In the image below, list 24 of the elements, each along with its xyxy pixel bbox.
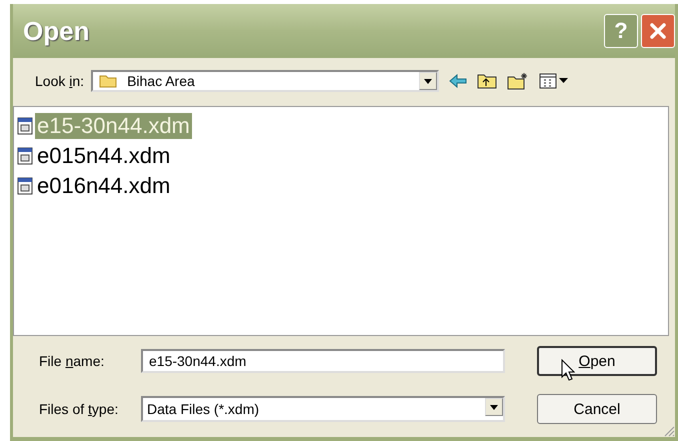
look-in-dropdown[interactable]: Bihac Area xyxy=(91,70,440,92)
look-in-label: Look in: xyxy=(35,73,84,89)
file-icon xyxy=(17,177,33,195)
file-icon xyxy=(17,147,33,165)
view-menu-icon[interactable] xyxy=(539,73,570,89)
folder-icon xyxy=(99,74,118,88)
file-type-label: Files of type: xyxy=(39,401,120,417)
up-folder-icon[interactable] xyxy=(477,73,498,89)
open-button[interactable]: Open xyxy=(537,346,657,376)
file-type-dropdown[interactable]: Data Files (*.xdm) xyxy=(141,396,505,422)
new-folder-icon[interactable] xyxy=(507,72,530,90)
close-icon xyxy=(647,20,669,42)
file-list[interactable]: e15-30n44.xdm e015n44.xdm e016n44.xdm xyxy=(13,106,669,336)
file-item[interactable]: e015n44.xdm xyxy=(35,143,172,169)
mouse-pointer-icon xyxy=(561,359,575,381)
file-name-label: File name: xyxy=(39,353,106,369)
file-icon xyxy=(17,117,33,135)
resize-grip-icon[interactable] xyxy=(663,425,675,437)
window-title: Open xyxy=(23,16,90,46)
file-item[interactable]: e016n44.xdm xyxy=(35,173,172,199)
close-button[interactable] xyxy=(641,14,675,48)
file-name-field[interactable]: e15-30n44.xdm xyxy=(141,349,505,373)
back-arrow-icon[interactable] xyxy=(449,74,468,88)
cancel-button[interactable]: Cancel xyxy=(537,394,657,424)
